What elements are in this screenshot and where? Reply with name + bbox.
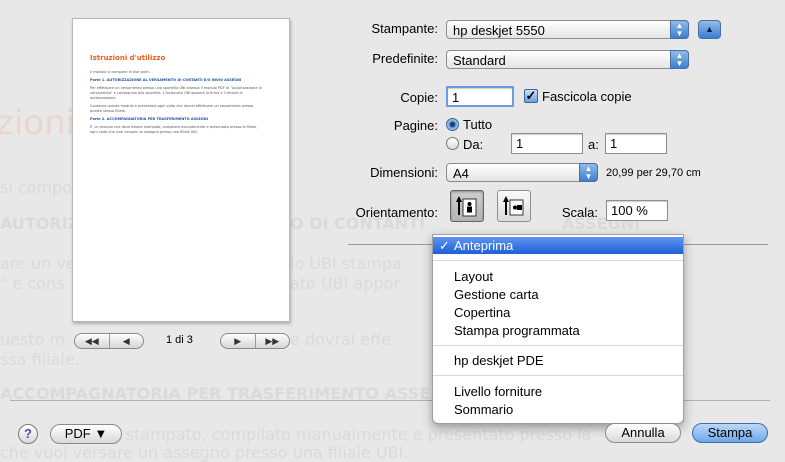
preview-text: E' un modulo che deve essere stampato, c… — [90, 125, 258, 129]
printer-label: Stampante: — [371, 21, 439, 36]
background-text: " e cons — [0, 274, 65, 293]
menu-item-cover[interactable]: Copertina — [433, 304, 683, 321]
paper-size-select[interactable]: A4 ▲ ▼ — [446, 163, 598, 182]
menu-item-summary[interactable]: Sommario — [433, 401, 683, 418]
preview-text: Il modulo si compone di due parti. — [90, 70, 150, 74]
popup-arrows-icon: ▲ ▼ — [579, 163, 598, 182]
pages-range-radio[interactable] — [446, 137, 459, 150]
paper-size-label: Dimensioni: — [370, 165, 438, 180]
menu-separator — [433, 345, 683, 346]
pdf-menu-button[interactable]: PDF ▼ — [50, 424, 122, 444]
menu-item-layout[interactable]: Layout — [433, 268, 683, 285]
background-text: e dovrai effe — [290, 330, 391, 349]
next-page-button[interactable]: ▶ — [221, 334, 255, 348]
landscape-icon — [503, 196, 524, 216]
pane-menu: ✓ Anteprima Layout Gestione carta Copert… — [432, 234, 684, 424]
landscape-orientation-button[interactable] — [497, 190, 531, 222]
pages-from-input[interactable]: 1 — [511, 133, 583, 154]
menu-item-supply-levels[interactable]: Livello forniture — [433, 383, 683, 400]
menu-item-hp-pde[interactable]: hp deskjet PDE — [433, 352, 683, 369]
preview-text: Conserva questo modulo e presentalo ogni… — [90, 104, 254, 108]
page-indicator: 1 di 3 — [166, 334, 193, 346]
checkmark-icon: ✓ — [439, 238, 450, 253]
background-text: lo UBI stampa — [290, 254, 402, 273]
preview-page: Istruzioni d'utilizzo Il modulo si compo… — [72, 18, 290, 322]
collate-checkbox[interactable]: ✓ — [524, 89, 538, 103]
scale-input[interactable]: 100 % — [606, 200, 668, 221]
copies-input[interactable]: 1 — [446, 86, 514, 107]
help-icon: ? — [24, 426, 32, 441]
paper-dimensions: 20,99 per 29,70 cm — [606, 167, 701, 179]
background-text: che vuoi versare un assegno presso una f… — [0, 443, 409, 462]
popup-arrows-icon: ▲ ▼ — [670, 20, 689, 39]
presets-value: Standard — [453, 53, 506, 68]
presets-label: Predefinite: — [372, 51, 438, 66]
copies-label: Copie: — [400, 90, 438, 105]
background-text: si compo — [0, 178, 72, 197]
menu-separator — [433, 260, 683, 261]
pages-label: Pagine: — [393, 118, 438, 133]
preview-nav-forward: ▶ ▶▶ — [220, 333, 290, 349]
pages-to-label: a: — [588, 137, 599, 152]
menu-item-scheduler[interactable]: Stampa programmata — [433, 322, 683, 339]
disclosure-up-icon: ▲ — [705, 24, 714, 34]
background-text: uesto m — [0, 330, 66, 349]
menu-item-label: Anteprima — [454, 238, 514, 253]
printer-value: hp deskjet 5550 — [453, 23, 545, 38]
collapse-dialog-button[interactable]: ▲ — [698, 20, 721, 39]
preview-text: Per effettuare un versamento presso uno … — [90, 86, 262, 90]
menu-separator — [433, 375, 683, 376]
pages-all-radio[interactable] — [446, 118, 459, 131]
pages-to-input[interactable]: 1 — [605, 133, 667, 154]
last-page-button[interactable]: ▶▶ — [254, 334, 290, 348]
background-text: are un ve — [0, 254, 76, 273]
collate-label: Fascicola copie — [542, 89, 632, 104]
background-text: ssere stampato, compilato manualmente e … — [78, 425, 592, 444]
preview-heading: Parte 2. ACCOMPAGNATORIA PER TRASFERIMEN… — [90, 117, 209, 121]
menu-item-paper-handling[interactable]: Gestione carta — [433, 286, 683, 303]
preview-text: versamento" e consegnalo allo sportello.… — [90, 91, 243, 95]
help-button[interactable]: ? — [18, 424, 38, 444]
background-text: ssa filiale. — [0, 350, 80, 369]
print-button[interactable]: Stampa — [692, 423, 768, 443]
preview-title: Istruzioni d'utilizzo — [90, 54, 166, 62]
presets-select[interactable]: Standard ▲ ▼ — [446, 50, 689, 69]
preview-heading: Parte 1. AUTORIZZAZIONE AL VERSAMENTO DI… — [90, 78, 242, 82]
preview-text: autorizzazione. — [90, 96, 117, 100]
pages-from-label: Da: — [463, 137, 484, 152]
preview-nav-back: ◀◀ ◀ — [74, 333, 144, 349]
orientation-label: Orientamento: — [355, 205, 438, 220]
first-page-button[interactable]: ◀◀ — [75, 334, 109, 348]
popup-arrows-icon: ▲ ▼ — [670, 50, 689, 69]
printer-select[interactable]: hp deskjet 5550 ▲ ▼ — [446, 20, 689, 39]
preview-text: questa stessa filiale. — [90, 109, 126, 113]
paper-size-value: A4 — [453, 166, 469, 181]
portrait-orientation-button[interactable] — [450, 190, 484, 222]
background-text: AUTORIZ — [0, 214, 80, 233]
cancel-button[interactable]: Annulla — [605, 423, 681, 443]
previous-page-button[interactable]: ◀ — [108, 334, 144, 348]
background-text: ato UBI appor — [290, 274, 400, 293]
menu-item-preview[interactable]: ✓ Anteprima — [433, 237, 683, 254]
scale-label: Scala: — [561, 205, 598, 220]
pages-all-label: Tutto — [463, 117, 493, 132]
preview-text: ogni volta che vuoi versare un assegno p… — [90, 130, 198, 134]
portrait-icon — [456, 196, 477, 217]
